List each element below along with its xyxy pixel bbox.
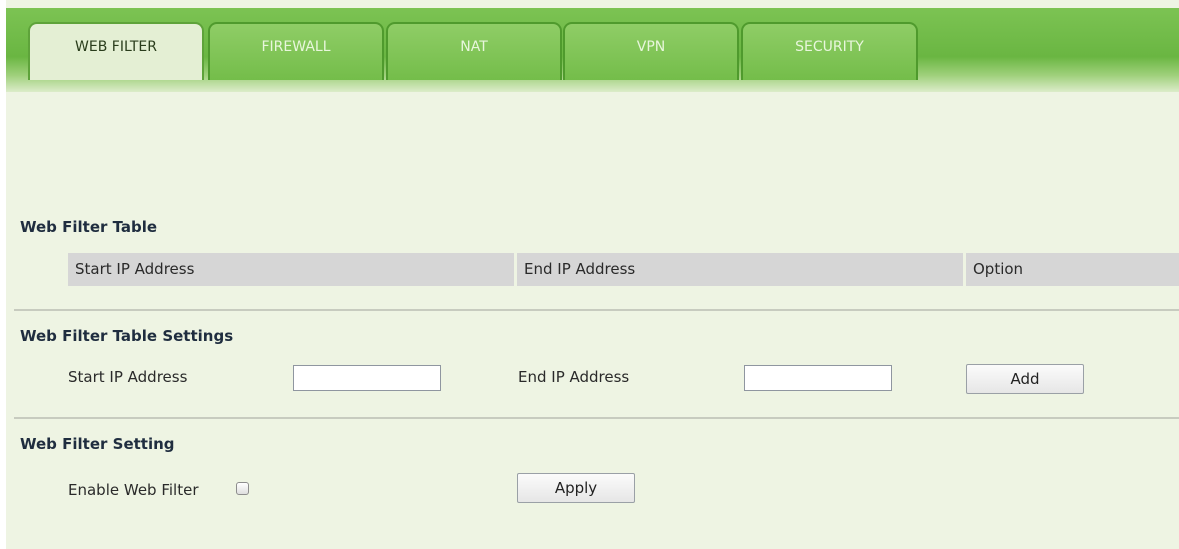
web-filter-table-title: Web Filter Table: [20, 218, 158, 236]
start-ip-input[interactable]: [293, 365, 441, 391]
tab-web-filter[interactable]: WEB FILTER: [28, 22, 204, 80]
tab-nat[interactable]: NAT: [386, 22, 562, 80]
column-header-end-ip: End IP Address: [517, 253, 963, 286]
column-header-start-ip: Start IP Address: [68, 253, 514, 286]
end-ip-input[interactable]: [744, 365, 892, 391]
tab-vpn[interactable]: VPN: [563, 22, 739, 80]
end-ip-label: End IP Address: [518, 368, 630, 386]
enable-web-filter-checkbox[interactable]: [236, 482, 249, 495]
tab-firewall[interactable]: FIREWALL: [208, 22, 384, 80]
section-divider: [14, 309, 1179, 311]
tab-bar: WEB FILTER FIREWALL NAT VPN SECURITY: [6, 8, 1179, 92]
start-ip-label: Start IP Address: [68, 368, 188, 386]
tab-security[interactable]: SECURITY: [741, 22, 918, 80]
add-button[interactable]: Add: [966, 364, 1084, 394]
page-frame: WEB FILTER FIREWALL NAT VPN SECURITY Web…: [6, 0, 1179, 549]
section-divider: [14, 417, 1179, 419]
web-filter-table-header: Start IP Address End IP Address Option: [68, 253, 1179, 286]
enable-web-filter-label: Enable Web Filter: [68, 481, 199, 499]
filter-setting-title: Web Filter Setting: [20, 435, 175, 453]
apply-button[interactable]: Apply: [517, 473, 635, 503]
table-settings-title: Web Filter Table Settings: [20, 327, 234, 345]
column-header-option: Option: [966, 253, 1179, 286]
